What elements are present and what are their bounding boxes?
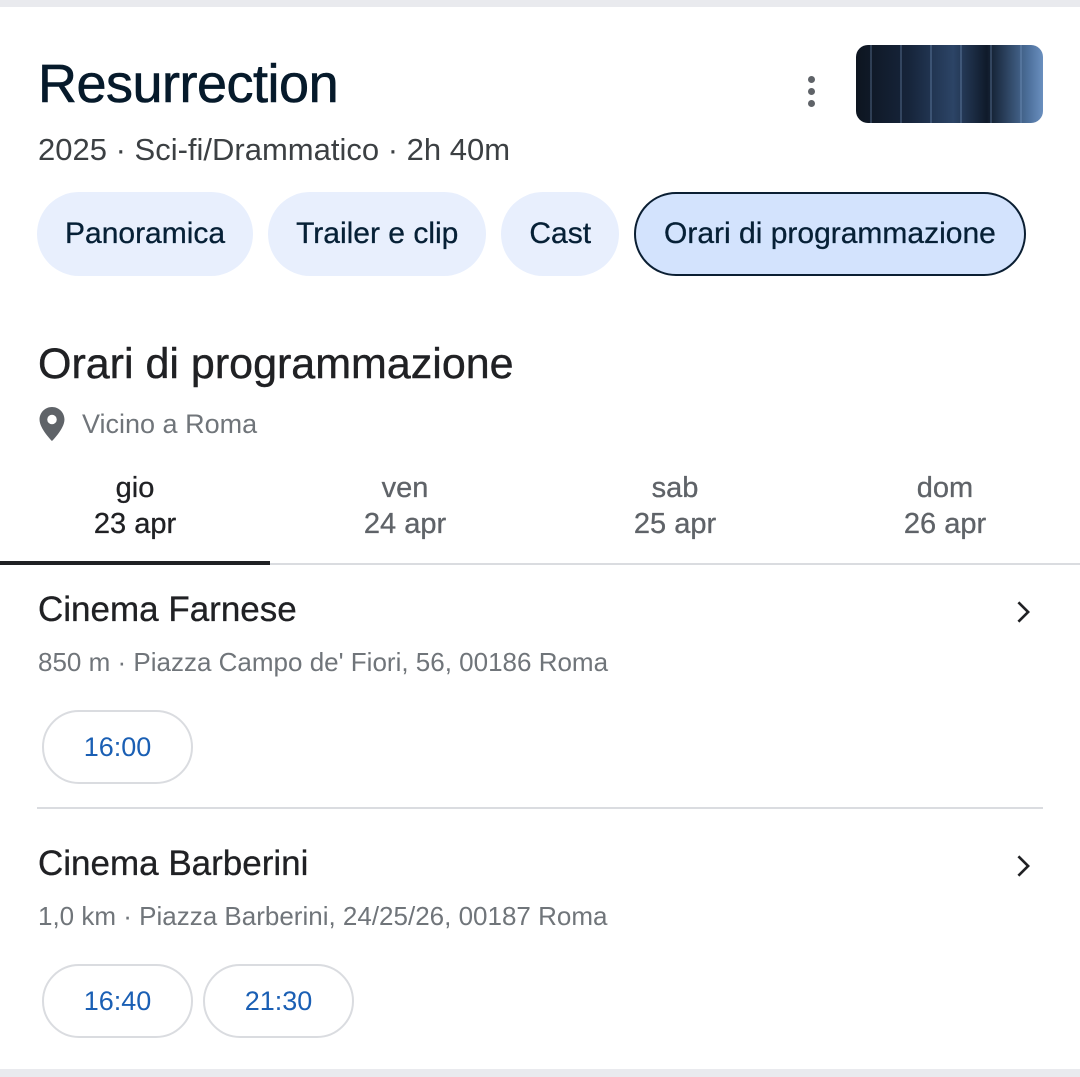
showtime-button[interactable]: 21:30 (203, 964, 354, 1038)
day-tabs: gio 23 apr ven 24 apr sab 25 apr dom 26 … (0, 465, 1080, 565)
theater-name[interactable]: Cinema Barberini (38, 844, 309, 884)
tab-overview[interactable]: Panoramica (37, 192, 254, 276)
theater-address: 1,0 km · Piazza Barberini, 24/25/26, 001… (38, 901, 608, 931)
location-pin-icon (39, 407, 65, 441)
divider (37, 807, 1043, 809)
tab-showtimes[interactable]: Orari di programmazione (634, 192, 1026, 276)
movie-poster-thumbnail[interactable] (856, 45, 1043, 123)
day-tab-gio[interactable]: gio 23 apr (0, 465, 270, 565)
day-tab-ven[interactable]: ven 24 apr (270, 465, 540, 563)
day-tab-dom[interactable]: dom 26 apr (810, 465, 1080, 563)
showtimes-title: Orari di programmazione (38, 340, 514, 388)
more-options-button[interactable] (788, 63, 834, 119)
tab-cast[interactable]: Cast (501, 192, 620, 276)
more-vert-icon (807, 75, 815, 83)
location-label: Vicino a Roma (82, 408, 258, 439)
showtime-list: 16:40 21:30 (42, 964, 354, 1038)
tab-trailers[interactable]: Trailer e clip (268, 192, 487, 276)
movie-meta: 2025 · Sci-fi/Drammatico · 2h 40m (38, 132, 511, 167)
theater-name[interactable]: Cinema Farnese (38, 590, 297, 630)
movie-title: Resurrection (38, 54, 339, 115)
movie-card: Resurrection 2025 · Sci-fi/Drammatico · … (0, 7, 1080, 1069)
showtime-button[interactable]: 16:00 (42, 710, 193, 784)
theater-address: 850 m · Piazza Campo de' Fiori, 56, 0018… (38, 647, 609, 677)
day-tab-sab[interactable]: sab 25 apr (540, 465, 810, 563)
showtime-list: 16:00 (42, 710, 193, 784)
chevron-right-icon[interactable] (1006, 850, 1038, 882)
showtime-button[interactable]: 16:40 (42, 964, 193, 1038)
location-row[interactable]: Vicino a Roma (38, 407, 257, 441)
movie-tabs: Panoramica Trailer e clip Cast Orari di … (37, 192, 1080, 276)
chevron-right-icon[interactable] (1006, 596, 1038, 628)
